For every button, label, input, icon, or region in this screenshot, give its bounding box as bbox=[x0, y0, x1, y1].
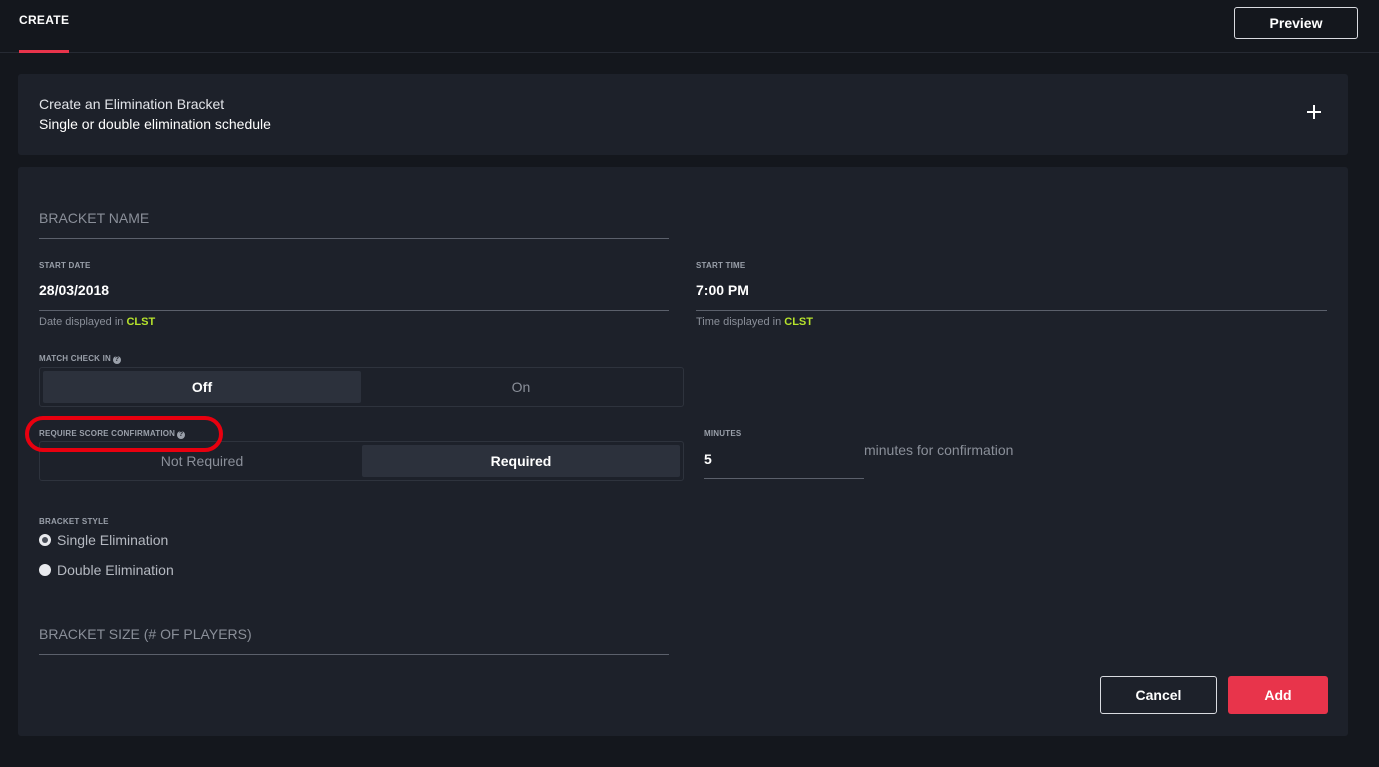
radio-single-elimination-label: Single Elimination bbox=[57, 532, 169, 548]
start-time-underline bbox=[696, 310, 1327, 311]
bracket-type-subtitle: Single or double elimination schedule bbox=[39, 116, 271, 132]
start-date-label: START DATE bbox=[39, 261, 91, 270]
start-time-input[interactable]: 7:00 PM bbox=[696, 282, 749, 298]
radio-double-elimination-label: Double Elimination bbox=[57, 562, 174, 578]
score-confirmation-required[interactable]: Required bbox=[362, 445, 680, 477]
tab-create[interactable]: CREATE bbox=[19, 13, 69, 27]
help-icon[interactable]: ? bbox=[112, 356, 121, 364]
bracket-style-label: BRACKET STYLE bbox=[39, 517, 109, 526]
radio-checked-icon[interactable] bbox=[39, 534, 51, 546]
preview-button[interactable]: Preview bbox=[1234, 7, 1358, 39]
top-bar: CREATE Preview bbox=[0, 0, 1379, 53]
bracket-name-underline bbox=[39, 238, 669, 239]
radio-unchecked-icon[interactable] bbox=[39, 564, 51, 576]
start-time-timezone: CLST bbox=[784, 316, 813, 328]
match-check-in-label-text: MATCH CHECK IN bbox=[39, 354, 111, 363]
match-check-in-on[interactable]: On bbox=[362, 371, 680, 403]
match-check-in-toggle: Off On bbox=[39, 367, 684, 407]
bracket-form: BRACKET NAME START DATE 28/03/2018 Date … bbox=[18, 167, 1348, 736]
add-button[interactable]: Add bbox=[1228, 676, 1328, 714]
bracket-name-input[interactable]: BRACKET NAME bbox=[39, 210, 149, 226]
annotation-circle bbox=[25, 416, 223, 452]
bracket-type-title: Create an Elimination Bracket bbox=[39, 96, 225, 112]
cancel-button[interactable]: Cancel bbox=[1100, 676, 1217, 714]
match-check-in-off[interactable]: Off bbox=[43, 371, 361, 403]
active-tab-indicator bbox=[19, 50, 69, 53]
start-time-hint: Time displayed in CLST bbox=[696, 316, 813, 328]
start-date-underline bbox=[39, 310, 669, 311]
start-date-timezone: CLST bbox=[126, 316, 156, 328]
plus-icon[interactable] bbox=[1306, 104, 1322, 120]
bracket-size-underline bbox=[39, 654, 669, 655]
minutes-underline bbox=[704, 478, 864, 479]
minutes-suffix: minutes for confirmation bbox=[864, 442, 1014, 458]
radio-single-elimination[interactable]: Single Elimination bbox=[39, 532, 168, 548]
start-time-hint-text: Time displayed in bbox=[696, 316, 785, 328]
minutes-input[interactable]: 5 bbox=[704, 451, 712, 467]
minutes-label: MINUTES bbox=[704, 429, 742, 438]
match-check-in-label: MATCH CHECK IN? bbox=[39, 354, 121, 364]
start-date-input[interactable]: 28/03/2018 bbox=[39, 282, 109, 298]
start-date-hint: Date displayed in CLST bbox=[39, 316, 155, 328]
start-date-hint-text: Date displayed in bbox=[39, 316, 127, 328]
start-time-label: START TIME bbox=[696, 261, 746, 270]
radio-double-elimination[interactable]: Double Elimination bbox=[39, 562, 174, 578]
bracket-type-card[interactable]: Create an Elimination Bracket Single or … bbox=[18, 74, 1348, 155]
bracket-size-input[interactable]: BRACKET SIZE (# OF PLAYERS) bbox=[39, 626, 252, 642]
